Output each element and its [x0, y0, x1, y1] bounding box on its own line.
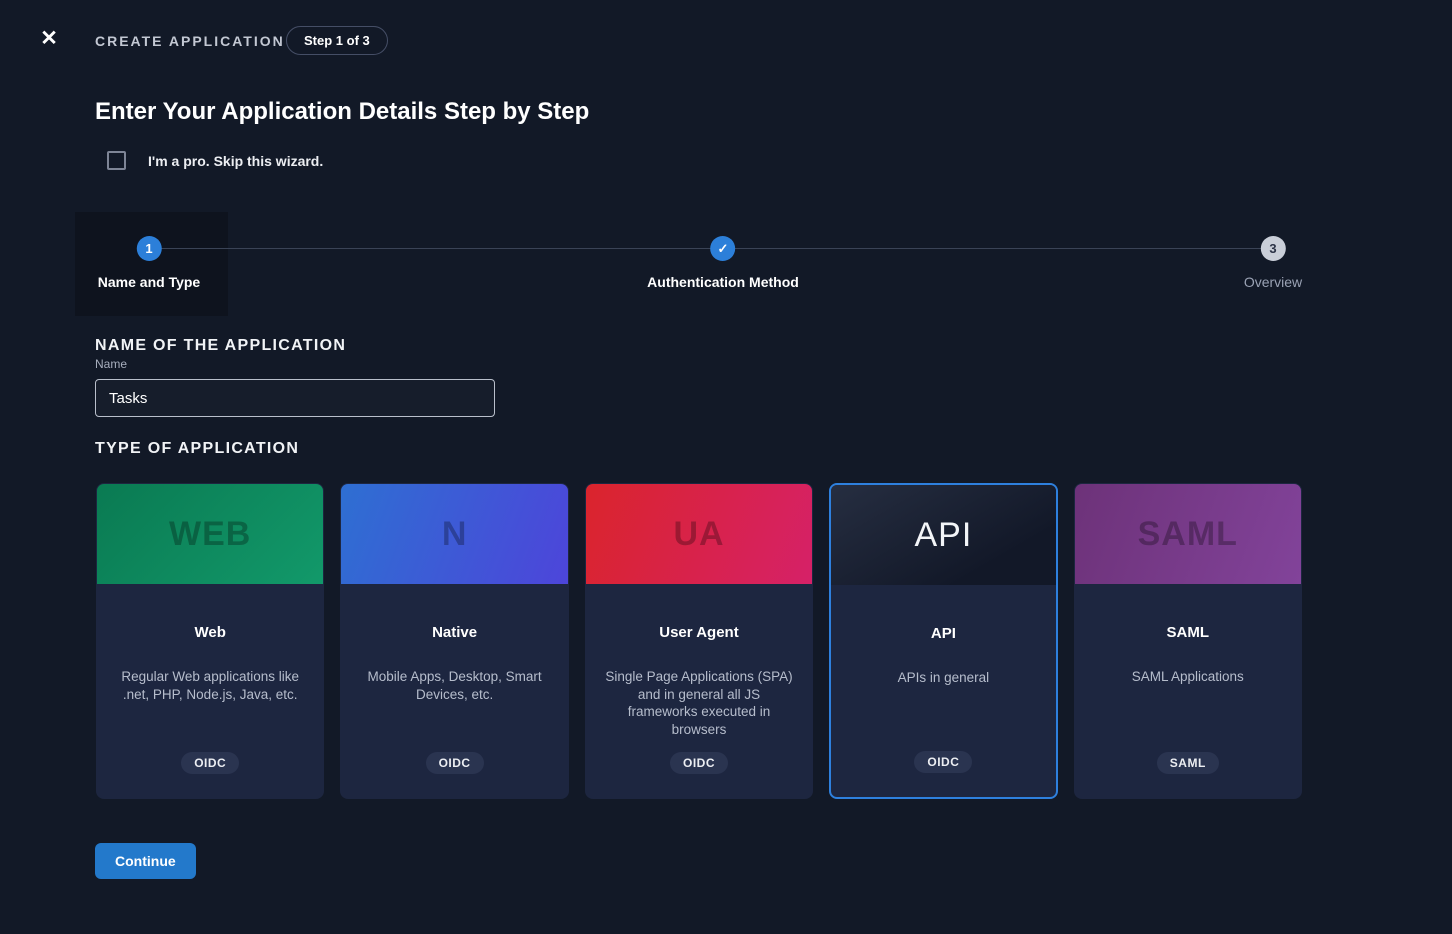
type-section-title: TYPE OF APPLICATION [95, 440, 1452, 458]
card-native-title: Native [432, 624, 477, 641]
name-field-label: Name [95, 357, 127, 371]
card-user-agent-title: User Agent [659, 624, 738, 641]
card-api-description: APIs in general [898, 669, 990, 687]
card-user-agent-body: User Agent Single Page Applications (SPA… [586, 584, 812, 798]
step-1-label: Name and Type [98, 274, 200, 290]
card-api-title: API [931, 625, 956, 642]
stepper-step-overview[interactable]: 3 Overview [1244, 236, 1302, 290]
card-saml[interactable]: SAML SAML SAML Applications SAML [1074, 483, 1302, 799]
page-title: Enter Your Application Details Step by S… [95, 98, 1452, 126]
application-type-cards: WEB Web Regular Web applications like .n… [96, 483, 1302, 799]
step-progress-badge: Step 1 of 3 [286, 26, 388, 55]
stepper-step-name-and-type[interactable]: 1 Name and Type [98, 236, 200, 290]
step-1-indicator: 1 [137, 236, 162, 261]
card-web-body: Web Regular Web applications like .net, … [97, 584, 323, 798]
continue-button[interactable]: Continue [95, 843, 196, 879]
card-native-description: Mobile Apps, Desktop, Smart Devices, etc… [359, 668, 549, 703]
card-saml-description: SAML Applications [1132, 668, 1244, 686]
card-web-protocol-badge: OIDC [181, 752, 239, 774]
card-api-protocol-badge: OIDC [914, 751, 972, 773]
card-web-title: Web [194, 624, 225, 641]
card-api-header: API [831, 485, 1055, 585]
card-web-description: Regular Web applications like .net, PHP,… [115, 668, 305, 703]
card-user-agent-description: Single Page Applications (SPA) and in ge… [604, 668, 794, 738]
skip-wizard-row: I'm a pro. Skip this wizard. [107, 151, 1452, 170]
card-web-header: WEB [97, 484, 323, 584]
card-native[interactable]: N Native Mobile Apps, Desktop, Smart Dev… [340, 483, 568, 799]
card-user-agent-protocol-badge: OIDC [670, 752, 728, 774]
card-user-agent-header: UA [586, 484, 812, 584]
card-user-agent-watermark: UA [673, 515, 724, 554]
skip-wizard-checkbox[interactable] [107, 151, 126, 170]
card-saml-body: SAML SAML Applications SAML [1075, 584, 1301, 798]
step-2-check-icon: ✓ [711, 236, 736, 261]
card-native-body: Native Mobile Apps, Desktop, Smart Devic… [341, 584, 567, 798]
skip-wizard-label[interactable]: I'm a pro. Skip this wizard. [148, 153, 323, 169]
application-name-input[interactable] [95, 379, 495, 417]
step-2-label: Authentication Method [647, 274, 799, 290]
card-user-agent[interactable]: UA User Agent Single Page Applications (… [585, 483, 813, 799]
card-native-protocol-badge: OIDC [426, 752, 484, 774]
wizard-stepper: 1 Name and Type ✓ Authentication Method … [0, 212, 1452, 316]
card-saml-watermark: SAML [1138, 515, 1238, 554]
wizard-title: CREATE APPLICATION [95, 33, 285, 49]
card-saml-protocol-badge: SAML [1157, 752, 1219, 774]
step-3-indicator: 3 [1260, 236, 1285, 261]
card-native-header: N [341, 484, 567, 584]
card-api-body: API APIs in general OIDC [831, 585, 1055, 797]
wizard-topbar: ✕ CREATE APPLICATION Step 1 of 3 [0, 0, 1452, 56]
close-icon[interactable]: ✕ [36, 26, 62, 52]
stepper-step-authentication-method[interactable]: ✓ Authentication Method [647, 236, 799, 290]
card-api[interactable]: API API APIs in general OIDC [829, 483, 1057, 799]
card-saml-title: SAML [1167, 624, 1210, 641]
card-api-watermark: API [914, 516, 972, 555]
card-saml-header: SAML [1075, 484, 1301, 584]
step-3-label: Overview [1244, 274, 1302, 290]
card-web[interactable]: WEB Web Regular Web applications like .n… [96, 483, 324, 799]
card-web-watermark: WEB [169, 515, 251, 554]
card-native-watermark: N [442, 515, 468, 554]
name-section-title: NAME OF THE APPLICATION [95, 337, 1452, 355]
